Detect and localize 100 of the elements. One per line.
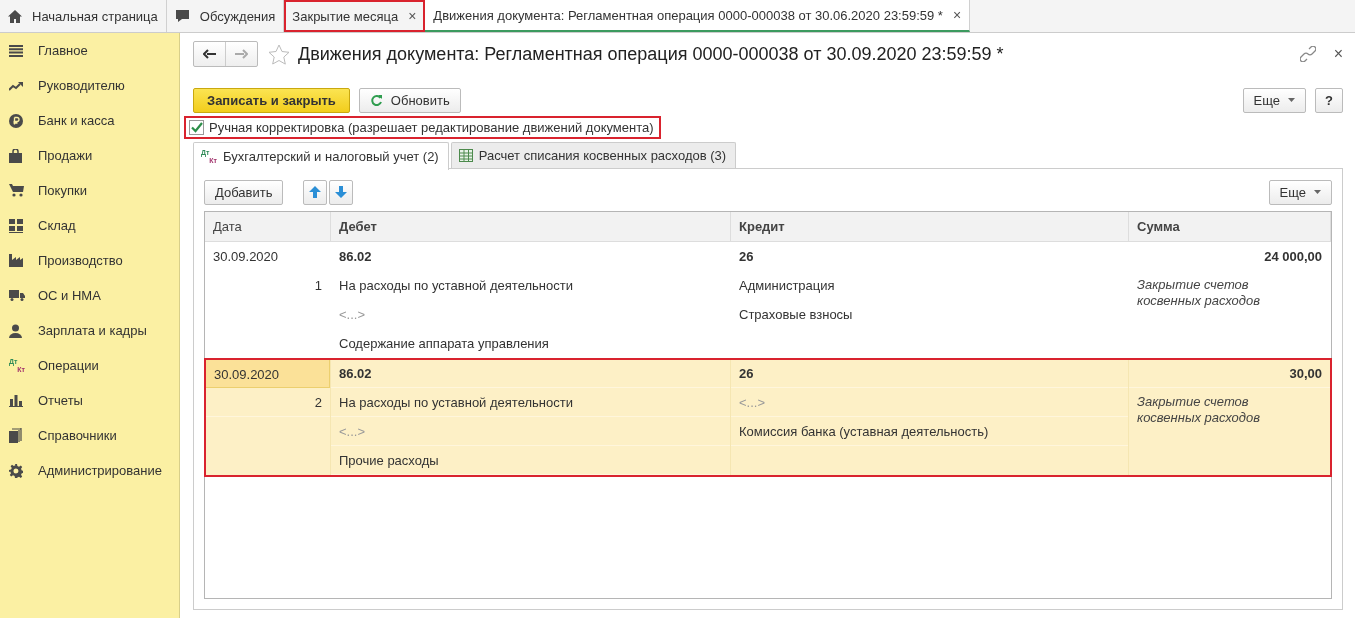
sidebar-item-label: Отчеты — [38, 393, 83, 408]
down-arrow-icon — [335, 186, 348, 198]
row-number-cell: 2 — [205, 388, 330, 417]
empty-value-placeholder: <...> — [331, 417, 730, 446]
sidebar-item[interactable]: Покупки — [0, 173, 179, 208]
menu-icon — [9, 44, 23, 57]
amount-cell-text: 24 000,00 — [1263, 248, 1323, 266]
more-button[interactable]: Еще — [1268, 179, 1332, 205]
close-button[interactable]: × — [1333, 45, 1343, 63]
sidebar-item-label: Справочники — [38, 428, 117, 443]
subconto-cell: На расходы по уставной деятельности — [331, 388, 730, 417]
account-cell-text: 86.02 — [338, 248, 373, 266]
sidebar-item[interactable]: Банк и касса — [0, 103, 179, 138]
sidebar-item-label: Продажи — [38, 148, 93, 163]
content-cell-text: Закрытие счетов косвенных расходов — [1136, 276, 1262, 309]
save-and-close-button[interactable]: Записать и закрыть — [193, 87, 350, 113]
sidebar-item-label: Банк и касса — [38, 113, 115, 128]
sidebar-item-label: Операции — [38, 358, 99, 373]
sidebar-item[interactable]: Справочники — [0, 418, 179, 453]
shopping-bag-icon — [9, 148, 22, 163]
sidebar-item[interactable]: Зарплата и кадры — [0, 313, 179, 348]
refresh-button[interactable]: Обновить — [358, 87, 461, 113]
tab-label: Обсуждения — [199, 8, 276, 24]
sidebar-item-label: Зарплата и кадры — [38, 323, 147, 338]
column-header[interactable]: Дата — [205, 212, 331, 241]
sidebar-item-label: ОС и НМА — [38, 288, 101, 303]
move-up-button[interactable] — [303, 179, 328, 205]
sidebar-item[interactable]: Администрирование — [0, 453, 179, 488]
account-cell: 26 — [731, 359, 1128, 388]
sidebar-item-label: Покупки — [38, 183, 87, 198]
subconto-cell-text: Страховые взносы — [738, 306, 854, 324]
manual-edit-checkbox-row[interactable]: Ручная корректировка (разрешает редактирование движений документа) — [186, 118, 659, 137]
table-icon — [458, 149, 473, 162]
tab[interactable]: Расчет списания косвенных расходов (3) — [450, 142, 737, 168]
move-down-button[interactable] — [329, 179, 354, 205]
empty-value-placeholder: <...> — [731, 388, 1128, 417]
sidebar-item[interactable]: Склад — [0, 208, 179, 243]
refresh-icon — [369, 93, 383, 107]
gear-icon — [9, 463, 23, 478]
home-icon — [8, 9, 22, 23]
window-tab[interactable]: Движения документа: Регламентная операция 0000-000038 от 30.06.2020 23:59:59 * × — [425, 0, 971, 32]
window-tab[interactable]: Начальная страница — [0, 0, 167, 32]
checkmark-icon — [190, 122, 203, 133]
add-button[interactable]: Добавить — [204, 179, 284, 205]
star-icon[interactable] — [268, 43, 290, 65]
ruble-coin-icon — [9, 113, 23, 128]
sidebar-item-label: Производство — [38, 253, 123, 268]
date-cell: 30.09.2020 — [205, 359, 330, 388]
back-arrow-icon — [203, 49, 216, 59]
chat-bubble-icon — [174, 9, 190, 23]
sidebar-item[interactable]: Отчеты — [0, 383, 179, 418]
checkbox[interactable] — [189, 120, 204, 135]
sidebar-item-label: Администрирование — [38, 463, 162, 478]
caret-icon — [1314, 190, 1321, 194]
sidebar-item[interactable]: Руководителю — [0, 68, 179, 103]
tab-label: Движения документа: Регламентная операция 0000-000038 от 30.06.2020 23:59:59 * — [433, 7, 943, 23]
factory-icon — [9, 254, 23, 267]
sidebar-item[interactable]: Продажи — [0, 138, 179, 173]
subconto-cell-text: На расходы по уставной деятельности — [338, 277, 574, 295]
amount-cell: 30,00 — [1129, 359, 1330, 388]
window-tab[interactable]: Обсуждения — [166, 0, 285, 32]
content-cell-text: Закрытие счетов косвенных расходов — [1136, 393, 1262, 426]
tab-label: Закрытие месяца — [292, 8, 399, 24]
up-arrow-icon — [309, 186, 322, 198]
date-cell-text: 30.09.2020 — [212, 248, 280, 266]
sidebar-item-label: Главное — [38, 43, 88, 58]
grid-icon — [9, 218, 23, 233]
more-button[interactable]: Еще — [1242, 87, 1307, 113]
sidebar-item-label: Руководителю — [38, 78, 125, 93]
close-icon[interactable]: × — [408, 8, 417, 24]
account-cell: 86.02 — [331, 359, 730, 388]
subconto-cell: Комиссия банка (уставная деятельность) — [731, 417, 1128, 446]
subconto-cell: Прочие расходы — [331, 446, 730, 475]
sidebar-item[interactable]: ОС и НМА — [0, 278, 179, 313]
sidebar-item[interactable]: Производство — [0, 243, 179, 278]
empty-value-placeholder: <...> — [338, 306, 367, 324]
subconto-cell-text: Содержание аппарата управления — [338, 335, 550, 353]
trend-arrow-icon — [9, 80, 23, 91]
table-row[interactable]: 30.09.2020 2 86.02 На расходы по уставной деятельности <...> Прочие расходы 26 <...> Комиссия банка (уставная деятельность) 30,00 Закрытие счетов косвенных расходов — [205, 359, 1331, 476]
column-header[interactable]: Сумма — [1129, 212, 1331, 241]
sidebar-item-label: Склад — [38, 218, 76, 233]
help-button[interactable]: ? — [1315, 87, 1343, 113]
cart-icon — [9, 184, 24, 197]
caret-icon — [1288, 98, 1296, 102]
link-icon[interactable] — [1299, 46, 1316, 62]
bar-chart-icon — [9, 394, 23, 407]
window-tab[interactable]: Закрытие месяца × — [284, 0, 426, 32]
tab-label: Бухгалтерский и налоговый учет (2) — [223, 149, 439, 164]
person-icon — [9, 323, 22, 338]
checkbox-label: Ручная корректировка (разрешает редактирование движений документа) — [209, 120, 654, 135]
tab-label: Начальная страница — [32, 8, 158, 24]
books-icon — [9, 428, 22, 443]
account-cell-text: 26 — [738, 248, 755, 266]
subconto-cell-text: Администрация — [738, 277, 836, 295]
column-header[interactable]: Дебет — [331, 212, 731, 241]
close-icon[interactable]: × — [952, 7, 962, 23]
sidebar-item[interactable]: Главное — [0, 33, 179, 68]
forward-arrow-icon — [235, 49, 248, 59]
column-header[interactable]: Кредит — [731, 212, 1129, 241]
tab-label: Расчет списания косвенных расходов (3) — [478, 148, 727, 163]
